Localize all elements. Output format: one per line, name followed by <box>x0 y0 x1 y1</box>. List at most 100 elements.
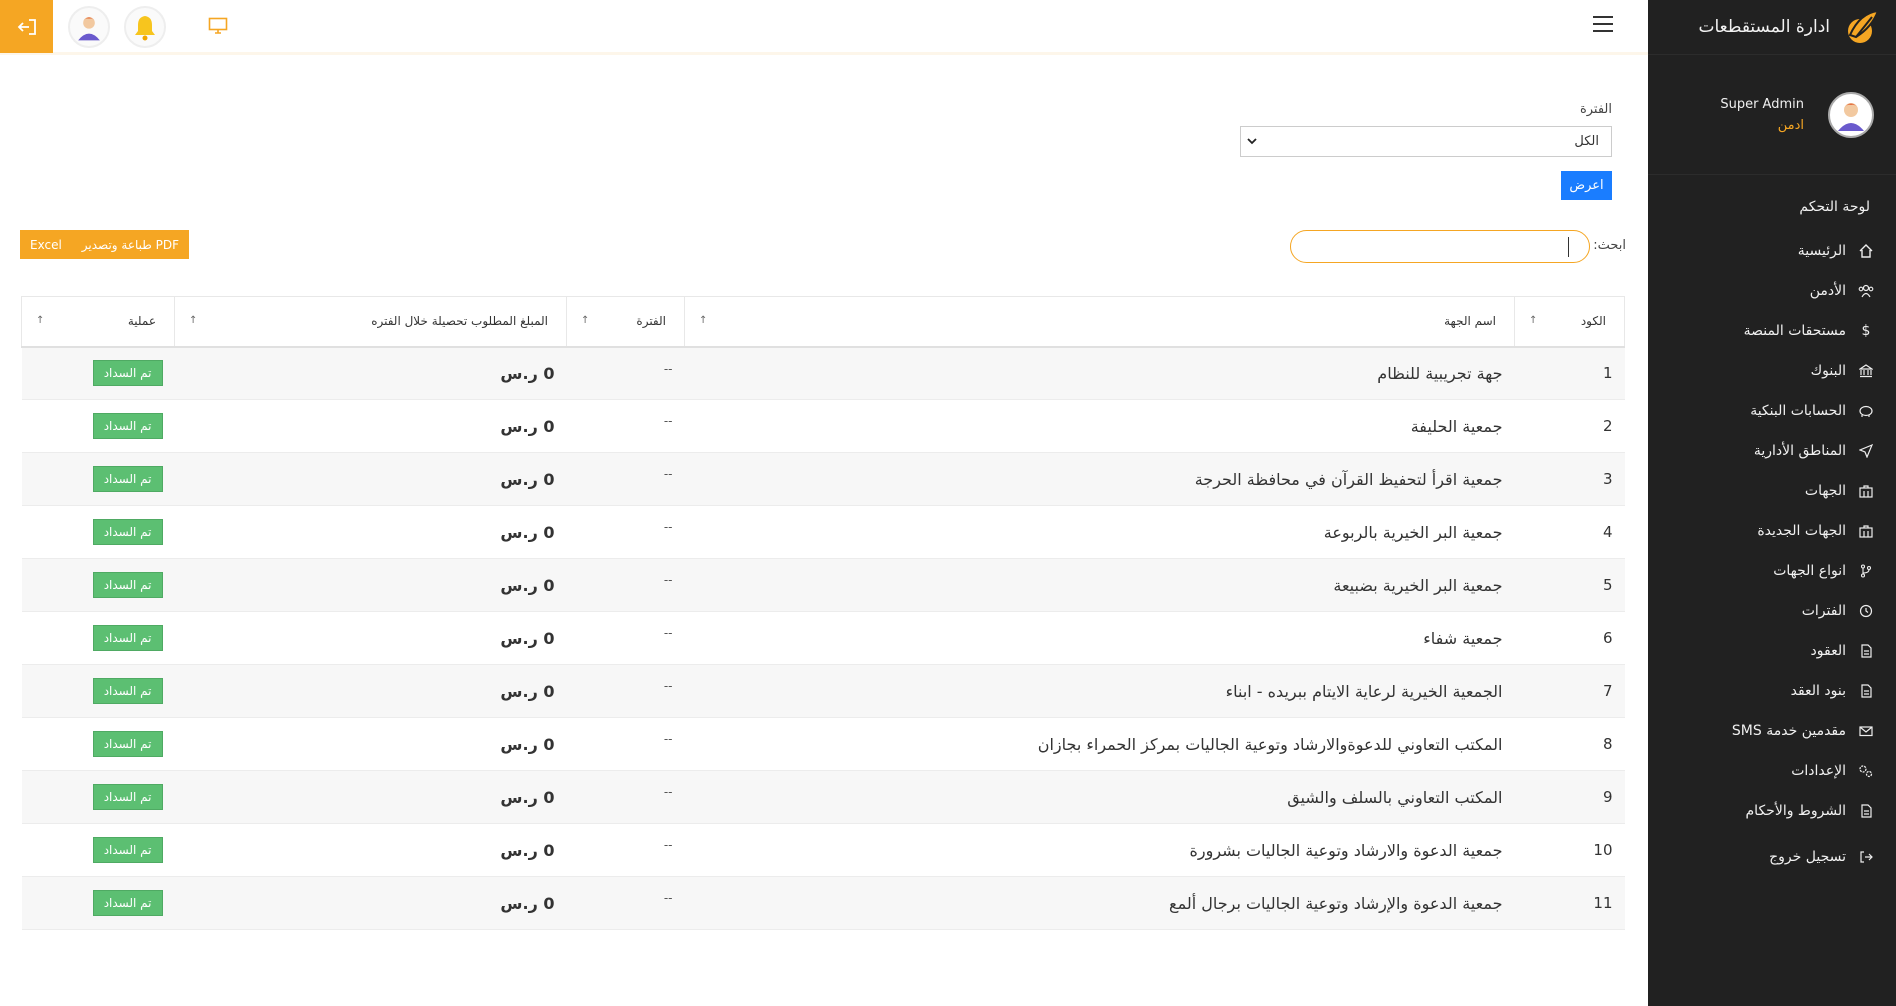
profile-card: Super Admin ادمن <box>1648 55 1896 175</box>
cell-period: -- <box>566 664 685 718</box>
cell-action: تم السداد <box>21 399 175 453</box>
sidebar-item-logout[interactable]: تسجيل خروج <box>1648 837 1896 877</box>
table-row: 2 جمعية الحليفة -- 0 ر.س تم السداد <box>21 399 1625 453</box>
show-button[interactable]: اعرض <box>1561 171 1612 200</box>
user-avatar-icon <box>1838 102 1864 131</box>
sidebar-item-label: الإعدادات <box>1791 763 1846 779</box>
dollar-icon: $ <box>1861 323 1871 339</box>
monitor-icon[interactable] <box>206 15 230 37</box>
topbar-logout-button[interactable] <box>0 0 53 53</box>
cell-action: تم السداد <box>21 558 175 612</box>
sidebar: ادارة المستقطعات Super Admin ادمن لوحة ا… <box>1648 0 1896 1006</box>
cell-action: تم السداد <box>21 823 175 877</box>
sidebar-item-bank-accounts[interactable]: الحسابات البنكية <box>1648 391 1896 431</box>
cell-code: 9 <box>1514 770 1625 824</box>
column-header-action[interactable]: عملية ↑ <box>21 296 175 348</box>
document-icon <box>1858 643 1874 659</box>
hamburger-icon <box>1593 30 1613 32</box>
cell-period: -- <box>566 558 685 612</box>
sidebar-item-label: الرئيسية <box>1797 243 1846 259</box>
paid-button[interactable]: تم السداد <box>92 360 163 387</box>
cell-amount: 0 ر.س <box>174 452 567 506</box>
sidebar-item-new-entities[interactable]: الجهات الجديدة <box>1648 511 1896 551</box>
sort-icon: ↑ <box>1529 315 1538 326</box>
paid-button[interactable]: تم السداد <box>92 466 163 492</box>
cell-name: المكتب التعاوني للدعوةوالارشاد وتوعية ال… <box>684 717 1515 771</box>
cell-code: 7 <box>1514 664 1625 718</box>
sidebar-item-banks[interactable]: البنوك <box>1648 351 1896 391</box>
user-avatar-icon <box>78 17 100 41</box>
sidebar-item-home[interactable]: الرئيسية <box>1648 231 1896 271</box>
cell-name: الجمعية الخيرية لرعاية الايتام ببريده - … <box>684 664 1515 718</box>
sidebar-item-label: العقود <box>1810 643 1846 659</box>
paid-button[interactable]: تم السداد <box>92 784 163 810</box>
paid-button[interactable]: تم السداد <box>92 519 163 545</box>
cell-period: -- <box>566 505 685 559</box>
feather-pen-logo-icon <box>1842 7 1882 47</box>
cell-action: تم السداد <box>21 876 175 930</box>
sidebar-item-sms-providers[interactable]: مقدمين خدمة SMS <box>1648 711 1896 751</box>
sidebar-item-entities[interactable]: الجهات <box>1648 471 1896 511</box>
column-header-name[interactable]: اسم الجهة ↑ <box>684 296 1515 348</box>
sidebar-item-platform-dues[interactable]: $ مستحقات المنصة <box>1648 311 1896 351</box>
brand-name: ادارة المستقطعات <box>1698 17 1831 37</box>
sort-icon: ↑ <box>699 315 708 326</box>
cell-name: جمعية اقرأ لتحفيظ القرآن في محافظة الحرج… <box>684 452 1515 506</box>
bank-icon <box>1858 363 1874 379</box>
main-content: الفترة الكل اعرض Excel طباعة وتصدير PDF … <box>20 62 1626 1006</box>
cell-amount: 0 ر.س <box>174 611 567 665</box>
cell-period: -- <box>566 399 685 453</box>
sidebar-item-admin-regions[interactable]: المناطق الأدارية <box>1648 431 1896 471</box>
sidebar-item-label: مستحقات المنصة <box>1743 323 1846 339</box>
menu-toggle-button[interactable] <box>1590 12 1616 36</box>
paid-button[interactable]: تم السداد <box>92 572 163 598</box>
cell-code: 11 <box>1514 876 1625 930</box>
cell-code: 10 <box>1514 823 1625 877</box>
paid-button[interactable]: تم السداد <box>92 837 163 863</box>
table-header-row: الكود ↑ اسم الجهة ↑ الفترة ↑ المبلغ المطلوب… <box>21 296 1625 348</box>
cell-name: جمعية الدعوة والارشاد وتوعية الجاليات بش… <box>684 823 1515 877</box>
period-select[interactable]: الكل <box>1240 126 1612 157</box>
avatar[interactable] <box>1828 91 1874 138</box>
cell-name: جهة تجريبية للنظام <box>684 346 1515 400</box>
paid-button[interactable]: تم السداد <box>92 890 163 916</box>
paid-button[interactable]: تم السداد <box>92 625 163 651</box>
piggy-bank-icon <box>1858 403 1874 419</box>
sidebar-item-terms[interactable]: الشروط والأحكام <box>1648 791 1896 831</box>
cell-name: جمعية البر الخيرية بالربوعة <box>684 505 1515 559</box>
cell-amount: 0 ر.س <box>174 346 567 400</box>
sidebar-item-admins[interactable]: الأدمن <box>1648 271 1896 311</box>
sidebar-item-entity-types[interactable]: انواع الجهات <box>1648 551 1896 591</box>
sidebar-item-settings[interactable]: الإعدادات <box>1648 751 1896 791</box>
brand[interactable]: ادارة المستقطعات <box>1648 0 1896 55</box>
text-cursor <box>1568 237 1569 257</box>
sidebar-item-contracts[interactable]: العقود <box>1648 631 1896 671</box>
column-header-code[interactable]: الكود ↑ <box>1514 296 1625 348</box>
sort-icon: ↑ <box>189 315 198 326</box>
bell-icon <box>135 16 155 41</box>
search-input[interactable] <box>1290 230 1590 263</box>
user-menu-avatar[interactable] <box>68 6 110 48</box>
sidebar-item-label: الشروط والأحكام <box>1745 803 1846 819</box>
paid-button[interactable]: تم السداد <box>92 678 163 704</box>
cell-action: تم السداد <box>21 505 175 559</box>
excel-export-button[interactable]: Excel <box>20 230 72 259</box>
logout-icon <box>1858 849 1874 865</box>
cell-action: تم السداد <box>21 346 175 400</box>
sidebar-item-periods[interactable]: الفترات <box>1648 591 1896 631</box>
paid-button[interactable]: تم السداد <box>92 731 163 757</box>
sidebar-item-label: الجهات <box>1804 483 1846 499</box>
sidebar-item-label: تسجيل خروج <box>1769 849 1846 865</box>
notifications-button[interactable] <box>124 6 166 48</box>
print-pdf-button[interactable]: طباعة وتصدير PDF <box>72 230 189 259</box>
users-icon <box>1858 283 1874 299</box>
column-header-amount[interactable]: المبلغ المطلوب تحصيلة خلال الفتره ↑ <box>174 296 567 348</box>
sidebar-item-contract-terms[interactable]: بنود العقد <box>1648 671 1896 711</box>
table-row: 5 جمعية البر الخيرية بضبيعة -- 0 ر.س تم … <box>21 558 1625 612</box>
column-header-period[interactable]: الفترة ↑ <box>566 296 685 348</box>
cell-name: جمعية البر الخيرية بضبيعة <box>684 558 1515 612</box>
entities-table: الكود ↑ اسم الجهة ↑ الفترة ↑ المبلغ المطلوب… <box>21 296 1625 930</box>
paid-button[interactable]: تم السداد <box>92 413 163 439</box>
sidebar-item-label: المناطق الأدارية <box>1753 443 1846 459</box>
mail-icon <box>1858 723 1874 739</box>
